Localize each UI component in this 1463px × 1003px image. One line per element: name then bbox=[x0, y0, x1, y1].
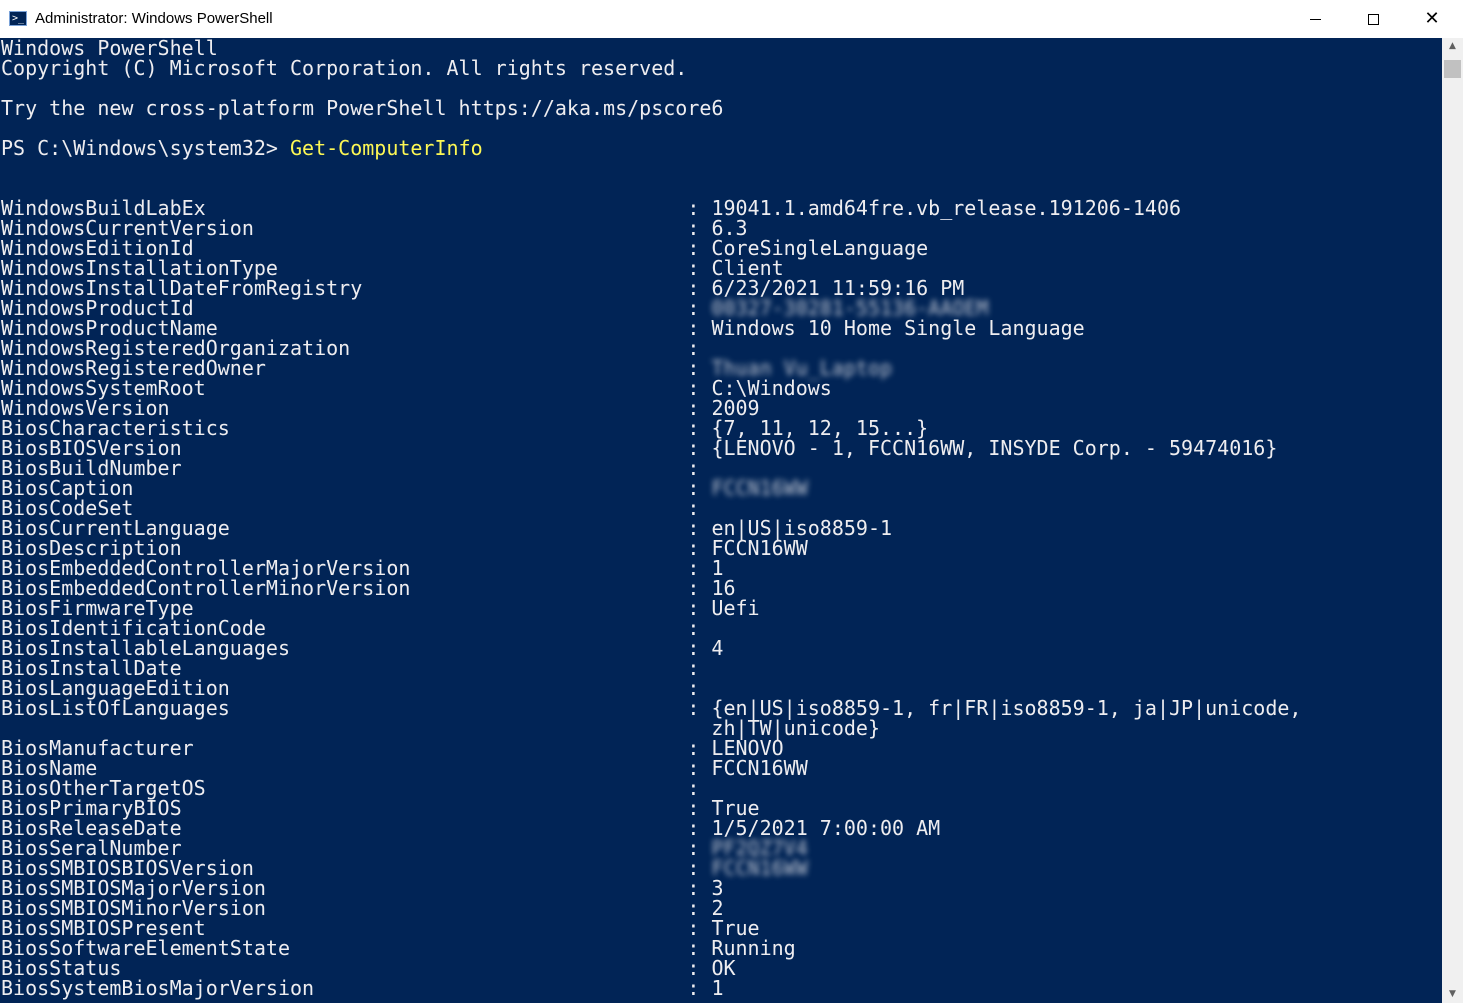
property-name: BiosSystemBiosMajorVersion bbox=[1, 976, 315, 1000]
property-value: {LENOVO - 1, FCCN16WW, INSYDE Corp. - 59… bbox=[711, 436, 1278, 460]
close-icon: ✕ bbox=[1424, 8, 1440, 29]
property-row: BiosReleaseDate : 1/5/2021 7:00:00 AM bbox=[1, 818, 1442, 838]
banner-line bbox=[1, 78, 1442, 98]
property-row: BiosOtherTargetOS : bbox=[1, 778, 1442, 798]
property-row: BiosIdentificationCode : bbox=[1, 618, 1442, 638]
property-row: BiosSystemBiosMajorVersion : 1 bbox=[1, 978, 1442, 998]
banner-line: Try the new cross-platform PowerShell ht… bbox=[1, 96, 724, 120]
console-text: Windows PowerShell Copyright (C) Microsof… bbox=[0, 38, 1442, 998]
scroll-down-icon[interactable]: ▼ bbox=[1442, 986, 1463, 1003]
property-row: BiosPrimaryBIOS : True bbox=[1, 798, 1442, 818]
property-value: Windows 10 Home Single Language bbox=[711, 316, 1085, 340]
property-row: WindowsProductName : Windows 10 Home Sin… bbox=[1, 318, 1442, 338]
property-row: WindowsProductId : 00327-30281-55136-AAO… bbox=[1, 298, 1442, 318]
property-value: FCCN16WW bbox=[711, 856, 808, 880]
property-row: BiosSMBIOSMajorVersion : 3 bbox=[1, 878, 1442, 898]
property-row: BiosFirmwareType : Uefi bbox=[1, 598, 1442, 618]
property-row: BiosName : FCCN16WW bbox=[1, 758, 1442, 778]
property-row: WindowsInstallDateFromRegistry : 6/23/20… bbox=[1, 278, 1442, 298]
maximize-button[interactable] bbox=[1344, 0, 1402, 38]
property-value: 4 bbox=[711, 636, 724, 660]
property-row: BiosCodeSet : bbox=[1, 498, 1442, 518]
property-row: WindowsEditionId : CoreSingleLanguage bbox=[1, 238, 1442, 258]
property-row: WindowsCurrentVersion : 6.3 bbox=[1, 218, 1442, 238]
property-row: BiosSMBIOSMinorVersion : 2 bbox=[1, 898, 1442, 918]
property-row: BiosEmbeddedControllerMajorVersion : 1 bbox=[1, 558, 1442, 578]
banner-line bbox=[1, 118, 1442, 138]
property-row: BiosEmbeddedControllerMinorVersion : 16 bbox=[1, 578, 1442, 598]
property-row: BiosListOfLanguages : {en|US|iso8859-1, … bbox=[1, 698, 1442, 718]
minimize-button[interactable] bbox=[1286, 0, 1344, 38]
maximize-icon bbox=[1367, 13, 1379, 25]
property-row: BiosSMBIOSPresent : True bbox=[1, 918, 1442, 938]
property-row: WindowsBuildLabEx : 19041.1.amd64fre.vb_… bbox=[1, 198, 1442, 218]
banner-line: Windows PowerShell bbox=[1, 38, 218, 60]
property-row: WindowsInstallationType : Client bbox=[1, 258, 1442, 278]
property-value: FCCN16WW bbox=[711, 756, 808, 780]
property-row: WindowsRegisteredOrganization : bbox=[1, 338, 1442, 358]
property-value: 1 bbox=[711, 976, 724, 1000]
property-row: BiosManufacturer : LENOVO bbox=[1, 738, 1442, 758]
prompt-line: PS C:\Windows\system32> Get-ComputerInfo bbox=[1, 138, 1442, 158]
close-button[interactable]: ✕ bbox=[1403, 0, 1461, 38]
property-value: FCCN16WW bbox=[711, 536, 808, 560]
property-value: FCCN16WW bbox=[711, 476, 808, 500]
property-row: BiosCharacteristics : {7, 11, 12, 15...} bbox=[1, 418, 1442, 438]
property-row: BiosInstallableLanguages : 4 bbox=[1, 638, 1442, 658]
vertical-scrollbar[interactable]: ▲ ▼ bbox=[1442, 38, 1463, 1003]
property-row: WindowsVersion : 2009 bbox=[1, 398, 1442, 418]
property-row: WindowsRegisteredOwner : Thuan Vu_Laptop bbox=[1, 358, 1442, 378]
property-row: BiosBIOSVersion : {LENOVO - 1, FCCN16WW,… bbox=[1, 438, 1442, 458]
property-separator: : bbox=[675, 976, 712, 1000]
property-row: WindowsSystemRoot : C:\Windows bbox=[1, 378, 1442, 398]
prompt: PS C:\Windows\system32> bbox=[1, 136, 290, 160]
property-row: BiosLanguageEdition : bbox=[1, 678, 1442, 698]
banner-line: Copyright (C) Microsoft Corporation. All… bbox=[1, 56, 688, 80]
console-output[interactable]: Windows PowerShell Copyright (C) Microsof… bbox=[0, 38, 1442, 1003]
property-value: 19041.1.amd64fre.vb_release.191206-1406 bbox=[711, 196, 1182, 220]
property-value: Uefi bbox=[711, 596, 760, 620]
property-row: BiosStatus : OK bbox=[1, 958, 1442, 978]
property-row: BiosSoftwareElementState : Running bbox=[1, 938, 1442, 958]
property-row-continuation: zh|TW|unicode} bbox=[1, 718, 1442, 738]
property-row: BiosBuildNumber : bbox=[1, 458, 1442, 478]
property-row: BiosInstallDate : bbox=[1, 658, 1442, 678]
property-row: BiosSeralNumber : PF2QZ7V4 bbox=[1, 838, 1442, 858]
command: Get-ComputerInfo bbox=[289, 136, 483, 160]
title-bar[interactable]: >_ Administrator: Windows PowerShell ✕ bbox=[0, 0, 1463, 38]
window-title: Administrator: Windows PowerShell bbox=[35, 10, 273, 27]
property-row: BiosCaption : FCCN16WW bbox=[1, 478, 1442, 498]
property-row: BiosDescription : FCCN16WW bbox=[1, 538, 1442, 558]
scroll-up-icon[interactable]: ▲ bbox=[1442, 38, 1463, 55]
powershell-icon[interactable]: >_ bbox=[9, 11, 27, 26]
property-row: BiosSMBIOSBIOSVersion : FCCN16WW bbox=[1, 858, 1442, 878]
scrollbar-thumb[interactable] bbox=[1444, 60, 1461, 78]
property-row: BiosCurrentLanguage : en|US|iso8859-1 bbox=[1, 518, 1442, 538]
minimize-icon bbox=[1309, 18, 1321, 20]
